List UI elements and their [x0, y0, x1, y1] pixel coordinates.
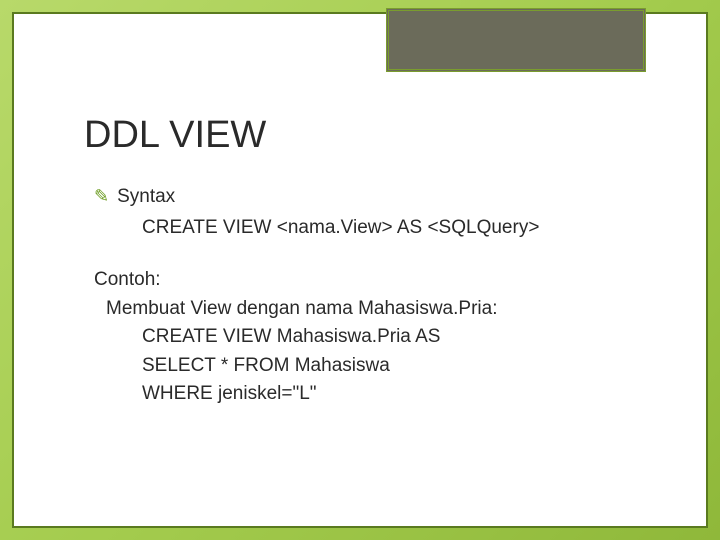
slide-title: DDL VIEW	[84, 114, 666, 157]
syntax-code-line: CREATE VIEW <nama.View> AS <SQLQuery>	[142, 214, 666, 243]
slide-background: DDL VIEW ✎ Syntax CREATE VIEW <nama.View…	[0, 0, 720, 540]
slide-content: DDL VIEW ✎ Syntax CREATE VIEW <nama.View…	[84, 114, 666, 409]
example-label: Contoh:	[94, 266, 666, 295]
slide-body: ✎ Syntax CREATE VIEW <nama.View> AS <SQL…	[84, 183, 666, 409]
code-line-1: CREATE VIEW Mahasiswa.Pria AS	[142, 323, 666, 352]
scribble-bullet-icon: ✎	[94, 183, 109, 210]
example-description: Membuat View dengan nama Mahasiswa.Pria:	[106, 295, 666, 324]
bullet-syntax: ✎ Syntax	[94, 183, 666, 212]
slide-card: DDL VIEW ✎ Syntax CREATE VIEW <nama.View…	[12, 12, 708, 528]
code-line-2: SELECT * FROM Mahasiswa	[142, 352, 666, 381]
bullet-label: Syntax	[117, 183, 175, 212]
spacer	[84, 242, 666, 266]
code-line-3: WHERE jeniskel="L"	[142, 380, 666, 409]
decorative-corner-box	[386, 8, 646, 72]
